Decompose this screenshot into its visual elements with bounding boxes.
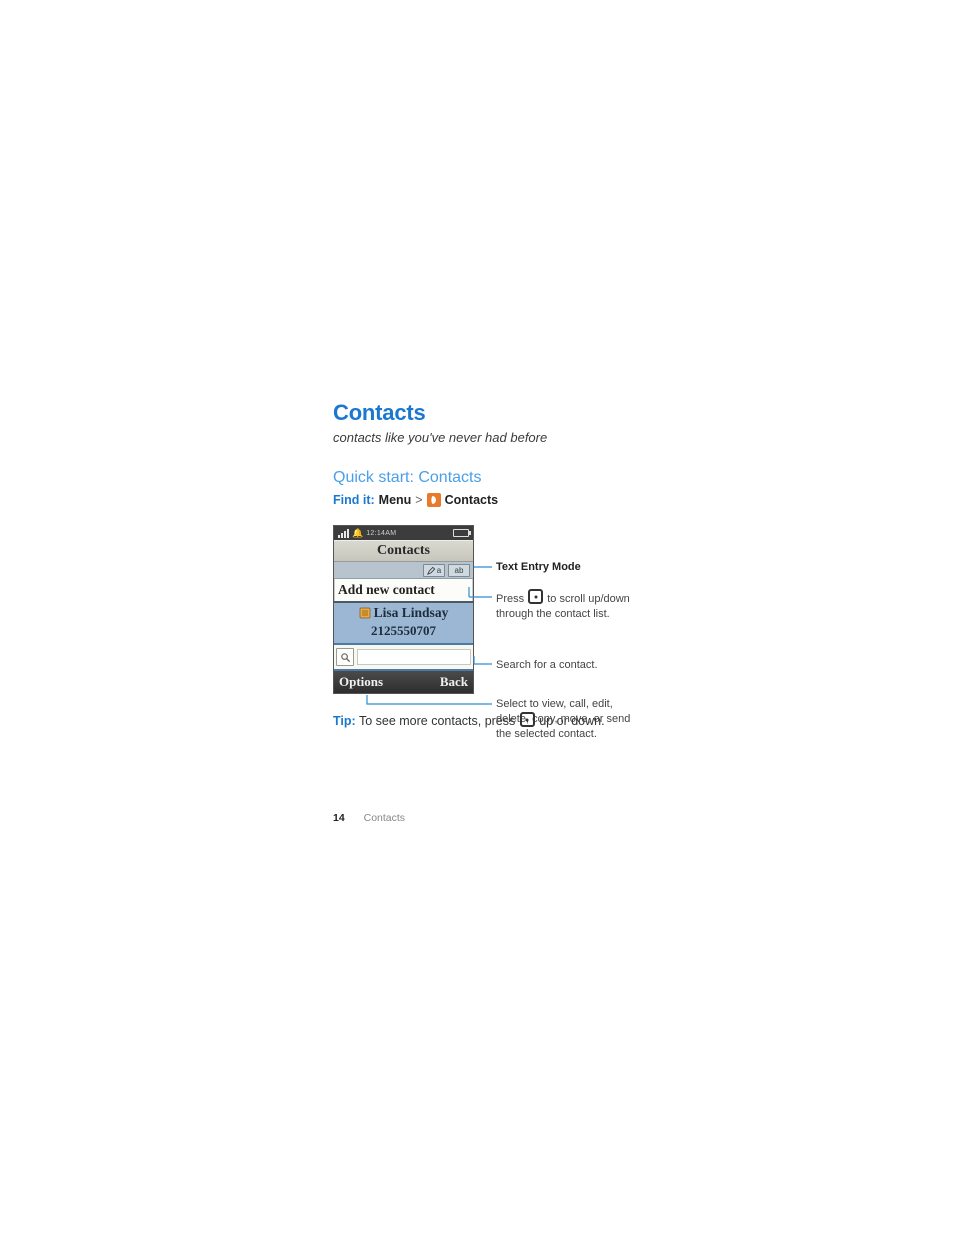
callout-search: Search for a contact. bbox=[496, 658, 598, 673]
page-title: Contacts bbox=[333, 400, 853, 426]
add-new-contact-row[interactable]: Add new contact bbox=[334, 579, 473, 603]
screen-title: Contacts bbox=[334, 540, 473, 562]
page-footer: 14 Contacts bbox=[333, 812, 405, 824]
search-button[interactable] bbox=[336, 648, 354, 666]
find-it-menu: Menu bbox=[379, 493, 412, 507]
softkey-back[interactable]: Back bbox=[440, 674, 468, 690]
sim-card-icon bbox=[359, 607, 371, 619]
section-heading: Quick start: Contacts bbox=[333, 469, 853, 487]
find-it-path: Find it: Menu > Contacts bbox=[333, 493, 853, 507]
find-it-label: Find it: bbox=[333, 493, 375, 507]
find-it-contacts: Contacts bbox=[445, 493, 498, 507]
contacts-icon bbox=[427, 493, 441, 507]
callout-scroll-a: Press bbox=[496, 593, 524, 605]
contact-number: 2125550707 bbox=[338, 623, 469, 639]
contact-name: Lisa Lindsay bbox=[374, 605, 449, 621]
signal-icon bbox=[338, 529, 349, 538]
callout-scroll: Press to scroll up/down through the cont… bbox=[496, 589, 646, 622]
dpad-icon bbox=[520, 712, 535, 727]
text-mode-bar: a ab bbox=[334, 562, 473, 579]
callout-options: Select to view, call, edit, delete, copy… bbox=[496, 697, 646, 742]
status-time: 12:14AM bbox=[366, 530, 396, 537]
battery-icon bbox=[453, 529, 469, 537]
content-block: Contacts contacts like you've never had … bbox=[333, 400, 853, 728]
edit-mode-chip-label: a bbox=[437, 566, 441, 575]
footer-section: Contacts bbox=[364, 812, 405, 824]
magnifier-icon bbox=[340, 652, 351, 663]
search-row bbox=[334, 645, 473, 671]
manual-page: Contacts contacts like you've never had … bbox=[0, 0, 954, 1235]
breadcrumb-separator: > bbox=[415, 493, 422, 507]
abc-mode-chip[interactable]: ab bbox=[448, 564, 470, 577]
page-subtitle: contacts like you've never had before bbox=[333, 430, 853, 445]
softkey-bar: Options Back bbox=[334, 671, 473, 693]
softkey-options[interactable]: Options bbox=[339, 674, 383, 690]
bell-icon: 🔔 bbox=[352, 529, 363, 538]
edit-mode-chip[interactable]: a bbox=[423, 564, 445, 577]
phone-mockup: 🔔 12:14AM Contacts a ab Add new contact bbox=[333, 525, 474, 694]
contact-row-selected[interactable]: Lisa Lindsay 2125550707 bbox=[334, 603, 473, 645]
page-number: 14 bbox=[333, 812, 345, 824]
tip-label: Tip: bbox=[333, 714, 356, 728]
callout-text-entry-mode: Text Entry Mode bbox=[496, 560, 581, 575]
dpad-icon bbox=[528, 589, 543, 604]
search-input[interactable] bbox=[357, 649, 471, 665]
figure-row: 🔔 12:14AM Contacts a ab Add new contact bbox=[333, 525, 853, 694]
status-bar: 🔔 12:14AM bbox=[334, 526, 473, 540]
